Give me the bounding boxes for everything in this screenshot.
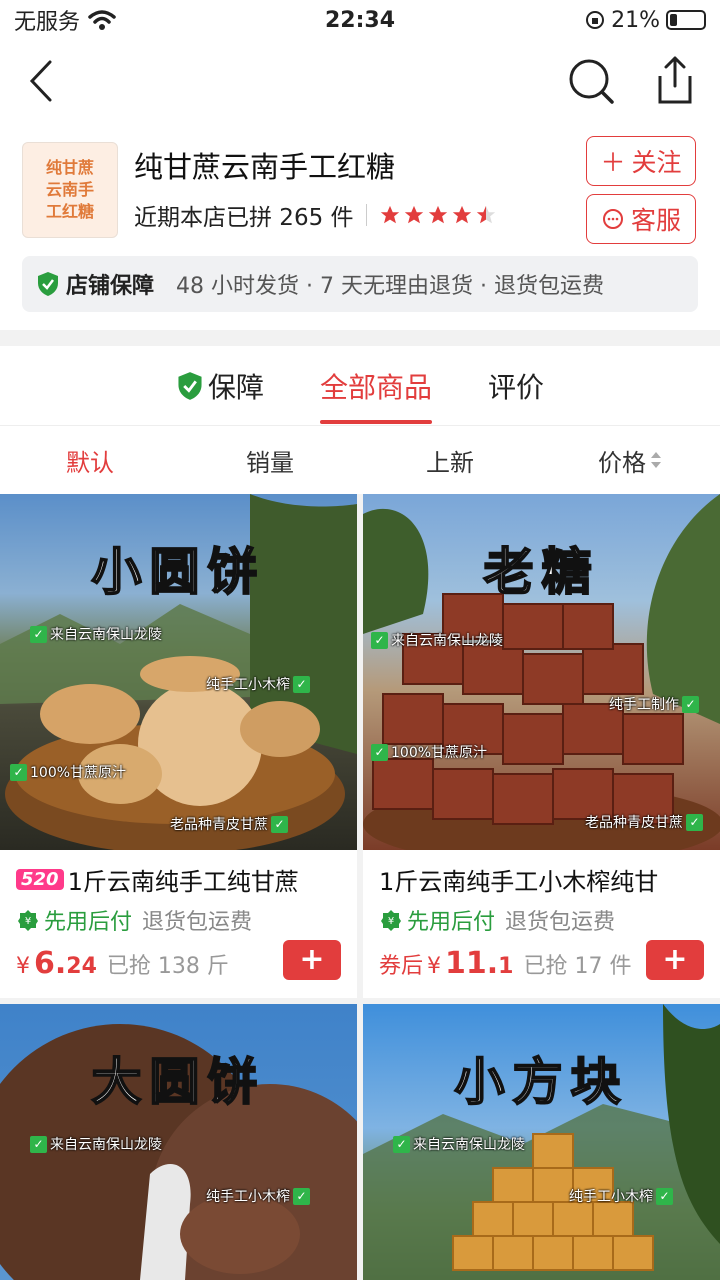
price-value: 11.1	[445, 946, 514, 981]
sort-price[interactable]: 价格	[540, 443, 720, 478]
sort-bar: 默认 销量 上新 价格	[0, 426, 720, 494]
shop-logo[interactable]: 纯甘蔗 云南手 工红糖	[22, 142, 118, 238]
sort-default[interactable]: 默认	[0, 443, 180, 478]
follow-button[interactable]: ＋ 关注	[586, 136, 696, 186]
product-card[interactable]: 小圆饼 ✓ 来自云南保山龙陵 纯手工小木榨 ✓ ✓ 100%甘蔗原汁 老品种青皮甘蔗 ✓…	[0, 494, 357, 998]
product-image: 小圆饼 ✓ 来自云南保山龙陵 纯手工小木榨 ✓ ✓ 100%甘蔗原汁 老品种青皮甘蔗 ✓	[0, 494, 357, 850]
battery-icon	[666, 10, 706, 30]
customer-service-button[interactable]: 客服	[586, 194, 696, 244]
star-icon	[380, 205, 399, 224]
shield-check-icon	[38, 272, 58, 296]
product-card[interactable]: 大圆饼 ✓ 来自云南保山龙陵 纯手工小木榨 ✓	[0, 1004, 357, 1280]
tab-guarantee[interactable]: 保障	[176, 346, 264, 426]
back-icon[interactable]	[22, 56, 66, 106]
sort-arrows-icon	[651, 452, 661, 468]
half-star-icon	[476, 205, 495, 224]
product-card[interactable]: 小方块 ✓ 来自云南保山龙陵 纯手工小木榨 ✓	[363, 1004, 720, 1280]
shop-name: 纯甘蔗云南手工红糖	[134, 150, 396, 184]
shop-header: 纯甘蔗 云南手 工红糖 纯甘蔗云南手工红糖 近期本店已拼 265 件 ＋ 关注 …	[0, 130, 720, 330]
battery-percent: 21%	[611, 7, 660, 33]
shield-check-icon	[178, 371, 202, 400]
svg-text:¥: ¥	[388, 916, 394, 927]
plus-icon: ＋	[600, 148, 626, 177]
sort-newest[interactable]: 上新	[360, 443, 540, 478]
pay-later-icon: ¥	[381, 910, 401, 931]
product-image: 老糖 ✓ 来自云南保山龙陵 纯手工制作 ✓ ✓ 100%甘蔗原汁 老品种青皮甘蔗 ✓	[363, 494, 720, 850]
image-title: 大圆饼	[91, 1052, 266, 1112]
star-icon	[428, 205, 447, 224]
pay-later-icon: ¥	[18, 910, 38, 931]
chat-bubble-icon	[602, 209, 623, 229]
tab-reviews[interactable]: 评价	[488, 346, 544, 426]
shop-sales: 近期本店已拼 265 件	[134, 205, 354, 231]
add-to-cart-button[interactable]: +	[646, 940, 704, 980]
star-icon	[452, 205, 471, 224]
sold-count: 已抢 138 斤	[106, 954, 229, 979]
sort-sales[interactable]: 销量	[180, 443, 360, 478]
status-bar: 无服务 22:34 21%	[0, 0, 720, 40]
star-icon	[404, 205, 423, 224]
price-row: ¥ 6.24 已抢 138 斤	[16, 946, 229, 981]
wifi-icon	[88, 10, 116, 30]
pay-later-row: ¥ 先用后付 退货包运费	[379, 904, 615, 936]
product-image: 小方块 ✓ 来自云南保山龙陵 纯手工小木榨 ✓	[363, 1004, 720, 1280]
price-row: 券后 ¥ 11.1 已抢 17 件	[379, 946, 632, 981]
sold-count: 已抢 17 件	[523, 954, 632, 979]
product-image: 大圆饼 ✓ 来自云南保山龙陵 纯手工小木榨 ✓	[0, 1004, 357, 1280]
carrier-label: 无服务	[14, 10, 81, 35]
shop-guarantee-bar[interactable]: 店铺保障 48 小时发货 · 7 天无理由退货 · 退货包运费	[22, 256, 698, 312]
tab-all-products[interactable]: 全部商品	[319, 346, 433, 426]
share-icon[interactable]	[650, 54, 700, 108]
product-name: 1斤云南纯手工小木榨纯甘	[379, 868, 659, 896]
shop-rating	[379, 204, 497, 226]
svg-text:¥: ¥	[25, 916, 31, 927]
product-card[interactable]: 老糖 ✓ 来自云南保山龙陵 纯手工制作 ✓ ✓ 100%甘蔗原汁 老品种青皮甘蔗 ✓ 1…	[363, 494, 720, 998]
image-title: 小圆饼	[91, 542, 266, 602]
promo-520-badge: 520	[16, 869, 64, 890]
image-title: 老糖	[483, 542, 600, 602]
shop-stats: 近期本店已拼 265 件	[134, 198, 497, 232]
shop-tabs: 保障 全部商品 评价	[0, 346, 720, 426]
add-to-cart-button[interactable]: +	[283, 940, 341, 980]
price-value: 6.24	[34, 946, 97, 981]
guarantee-title: 店铺保障	[66, 274, 155, 299]
guarantee-desc: 48 小时发货 · 7 天无理由退货 · 退货包运费	[176, 274, 604, 299]
rotation-lock-icon	[586, 11, 605, 29]
product-name: 520 1斤云南纯手工纯甘蔗	[16, 862, 346, 897]
image-title: 小方块	[454, 1052, 629, 1112]
search-icon[interactable]	[566, 56, 616, 106]
coupon-price-label: 券后	[379, 954, 424, 979]
top-nav	[0, 40, 720, 130]
pay-later-row: ¥ 先用后付 退货包运费	[16, 904, 252, 936]
